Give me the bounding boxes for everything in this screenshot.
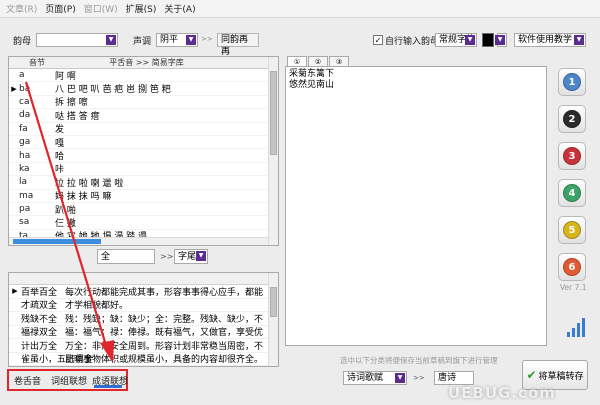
side-button-5[interactable]: 5 (558, 216, 586, 244)
side-button-4[interactable]: 4 (558, 179, 586, 207)
editor-line-2: 悠然见南山 (289, 80, 335, 90)
side-button-column: 1 2 3 4 5 6 (558, 68, 590, 290)
version-label: Ver 7.1 (560, 283, 587, 292)
number-5-icon: 5 (563, 221, 581, 239)
category-value: 诗词歌赋 (347, 373, 384, 383)
side-button-6[interactable]: 6 (558, 253, 586, 281)
watermark-logo: UEBUG.com (448, 384, 556, 402)
editor-area[interactable]: 采菊东篱下 悠然见南山 (285, 66, 547, 346)
number-3-icon: 3 (563, 147, 581, 165)
side-button-2[interactable]: 2 (558, 105, 586, 133)
signal-bars-icon (567, 318, 585, 337)
number-6-icon: 6 (563, 258, 581, 276)
chevron-down-icon: ▼ (395, 373, 405, 383)
editor-line-1: 采菊东篱下 (289, 69, 335, 79)
save-hint: 选中以下分类将便保存当前草稿到旗下进行管理 (340, 356, 498, 365)
save-draft-label: 将草稿转存 (538, 371, 584, 382)
number-1-icon: 1 (563, 73, 581, 91)
number-4-icon: 4 (563, 184, 581, 202)
side-button-3[interactable]: 3 (558, 142, 586, 170)
arrow-head (100, 340, 114, 363)
check-icon: ✔ (526, 368, 537, 382)
number-2-icon: 2 (563, 110, 581, 128)
footer-arrows: >> (413, 374, 425, 382)
editor-text: 采菊东篱下 悠然见南山 (286, 67, 546, 93)
side-button-1[interactable]: 1 (558, 68, 586, 96)
category-select[interactable]: 诗词歌赋 ▼ (343, 371, 407, 385)
dynasty-select[interactable]: 唐诗 (434, 371, 474, 385)
dynasty-value: 唐诗 (438, 373, 457, 383)
arrow-shaft (24, 81, 110, 353)
